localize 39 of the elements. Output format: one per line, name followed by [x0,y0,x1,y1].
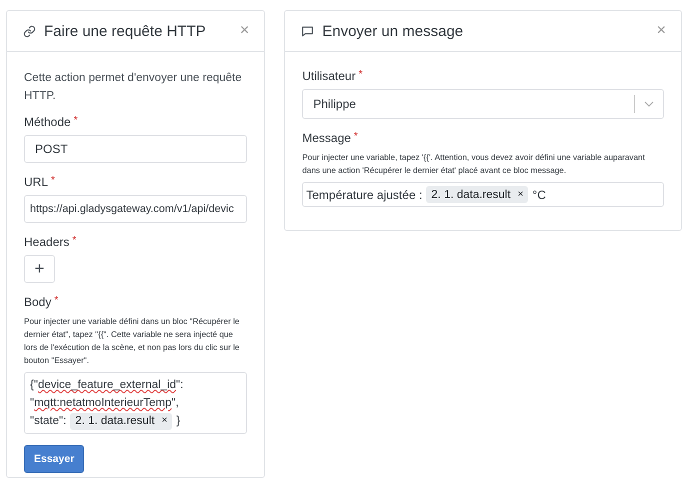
required-mark: * [54,295,58,308]
variable-tag[interactable]: 2. 1. data.result × [70,412,172,430]
field-label: Message [302,131,351,145]
body-text: " [30,396,34,411]
body-text: ", [172,396,179,411]
field-label: Utilisateur [302,69,356,83]
required-mark: * [51,175,55,188]
hint-text: Pour injecter une variable, tapez '{{'. Attention, vous devez avoir défini une variable auparavant dans une action 'Récupérer le dernier état' placé avant ce bloc message. [302,152,646,177]
required-mark: * [72,235,76,248]
user-select[interactable]: Philippe [302,89,664,119]
description-text: Cette action permet d'envoyer une requête HTTP. [24,71,243,104]
chat-icon [301,24,314,38]
body-text: {" [30,378,38,393]
chevron-down-icon [644,101,654,107]
required-mark: * [74,115,78,128]
required-mark: * [358,69,362,82]
card-title: Envoyer un message [322,22,464,40]
field-label: Body [24,295,52,309]
method-field[interactable]: POST [24,135,248,163]
url-field[interactable]: https://api.gladysgateway.com/v1/api/devic [24,195,248,223]
message-field[interactable]: Température ajustée : 2. 1. data.result × °C [302,182,664,207]
body-field[interactable]: {"device_feature_external_id": "mqtt:netatmoInterieurTemp", "state": 2. 1. data.result × } [24,372,248,434]
body-text: "state": [30,414,66,429]
field-label: Méthode [24,115,71,129]
body-text: ": [176,378,184,393]
body-text: mqtt:netatmoInterieurTemp [34,396,172,411]
try-button[interactable]: Essayer [24,445,84,473]
card-title: Faire une requête HTTP [44,22,207,40]
field-label: Headers [24,235,70,249]
message-text: Température ajustée : [306,188,422,202]
body-text: device_feature_external_id [38,378,176,393]
link-icon [23,24,36,38]
field-label: URL [24,175,48,189]
body-text: } [176,414,180,429]
add-header-button[interactable]: + [24,255,55,283]
required-mark: * [354,131,358,144]
hint-text: Pour injecter une variable défini dans un bloc "Récupérer le dernier état", tapez "{{". Cette variable ne sera injecté que lors de l'exécution de la scène, et non pas lors du clic sur le bouton "Essayer". [24,316,240,367]
variable-tag[interactable]: 2. 1. data.result × [426,186,528,203]
message-text: °C [532,188,546,202]
